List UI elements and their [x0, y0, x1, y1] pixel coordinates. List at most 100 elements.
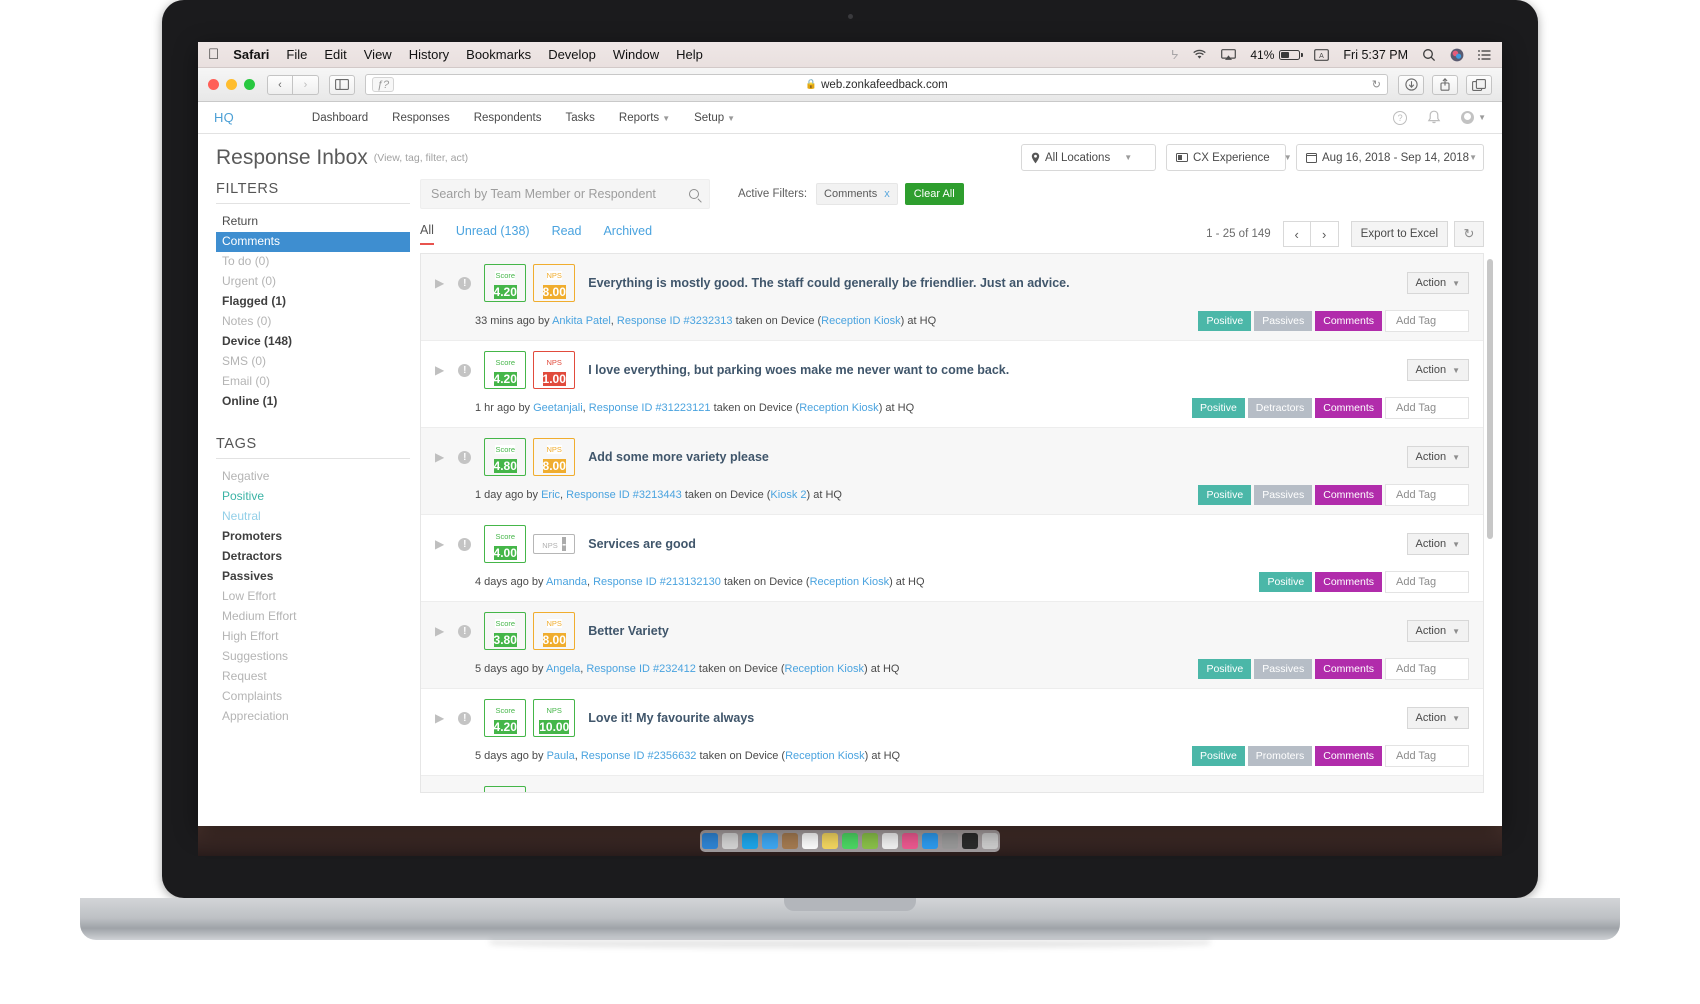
sidebar-filter-sms[interactable]: SMS (0)	[216, 352, 410, 372]
sidebar-tag-positive[interactable]: Positive	[216, 487, 410, 507]
sidebar-filter-flagged[interactable]: Flagged (1)	[216, 292, 410, 312]
add-tag-input[interactable]: Add Tag	[1385, 484, 1469, 506]
dock-icon-mail[interactable]	[762, 833, 778, 849]
nav-buttons[interactable]: ‹ ›	[267, 74, 319, 95]
search-icon[interactable]	[689, 189, 699, 199]
sidebar-tag-appreciation[interactable]: Appreciation	[216, 707, 410, 727]
table-row[interactable]: ▶ ! Score 3.80 NPS 8.00 Better Variety A…	[421, 602, 1483, 689]
menu-view[interactable]: View	[364, 47, 392, 62]
menu-bookmarks[interactable]: Bookmarks	[466, 47, 531, 62]
account-menu[interactable]: ▼	[1461, 111, 1486, 124]
info-icon[interactable]: !	[458, 711, 472, 725]
dock-icon-photos[interactable]	[882, 833, 898, 849]
close-icon[interactable]: x	[884, 188, 890, 200]
menu-develop[interactable]: Develop	[548, 47, 596, 62]
row-response-id-link[interactable]: Response ID #3232313	[617, 315, 733, 327]
siri-icon[interactable]	[1450, 48, 1464, 62]
nav-tasks[interactable]: Tasks	[566, 112, 595, 124]
sidebar-tag-detractors[interactable]: Detractors	[216, 547, 410, 567]
nav-setup[interactable]: Setup ▼	[694, 112, 735, 124]
input-source-icon[interactable]: A	[1314, 48, 1330, 61]
dock-icon-contacts[interactable]	[782, 833, 798, 849]
sidebar-tag-passives[interactable]: Passives	[216, 567, 410, 587]
dock-icon-calendar[interactable]	[802, 833, 818, 849]
response-text[interactable]: Better Variety	[588, 624, 669, 638]
dock-icon-notes[interactable]	[822, 833, 838, 849]
menu-safari[interactable]: Safari	[233, 47, 269, 62]
tag-chip[interactable]: Passives	[1254, 659, 1313, 679]
add-tag-input[interactable]: Add Tag	[1385, 658, 1469, 680]
location-filter-select[interactable]: All Locations ▼	[1021, 144, 1156, 171]
sidebar-tag-medium-effort[interactable]: Medium Effort	[216, 607, 410, 627]
apple-logo-icon[interactable]: 	[208, 47, 219, 62]
row-device-link[interactable]: Reception Kiosk	[810, 576, 890, 588]
action-button[interactable]: Action ▼	[1406, 533, 1469, 555]
flag-icon[interactable]: ▶	[435, 537, 444, 551]
window-controls[interactable]	[208, 79, 255, 90]
back-button[interactable]: ‹	[267, 74, 293, 95]
dock-icon-appstore[interactable]	[922, 833, 938, 849]
nav-respondents[interactable]: Respondents	[474, 112, 542, 124]
row-device-link[interactable]: Reception Kiosk	[785, 663, 865, 675]
tag-chip[interactable]: Positive	[1198, 311, 1252, 331]
row-author-link[interactable]: Angela	[546, 663, 580, 675]
tag-chip[interactable]: Comments	[1315, 311, 1382, 331]
next-page-button[interactable]: ›	[1310, 221, 1339, 247]
tag-chip[interactable]: Comments	[1315, 572, 1382, 592]
table-row[interactable]: ▶ ! Score 4.00 NPS - Services are good A…	[421, 515, 1483, 602]
menubar-clock[interactable]: Fri 5:37 PM	[1343, 48, 1408, 62]
tab-archived[interactable]: Archived	[603, 224, 652, 244]
minimize-window-button[interactable]	[226, 79, 237, 90]
sidebar-filter-todo[interactable]: To do (0)	[216, 252, 410, 272]
row-device-link[interactable]: Reception Kiosk	[821, 315, 901, 327]
tag-chip[interactable]: Positive	[1198, 659, 1252, 679]
info-icon[interactable]: !	[458, 276, 472, 290]
action-button[interactable]: Action ▼	[1406, 272, 1469, 294]
tag-chip[interactable]: Positive	[1192, 746, 1245, 766]
date-range-select[interactable]: Aug 16, 2018 - Sep 14, 2018 ▼	[1296, 144, 1484, 171]
action-button[interactable]: Action ▼	[1406, 707, 1469, 729]
sidebar-tag-neutral[interactable]: Neutral	[216, 507, 410, 527]
menu-history[interactable]: History	[409, 47, 449, 62]
tag-chip[interactable]: Comments	[1315, 659, 1382, 679]
tag-chip[interactable]: Comments	[1315, 398, 1382, 418]
menu-window[interactable]: Window	[613, 47, 659, 62]
row-response-id-link[interactable]: Response ID #31223121	[589, 402, 711, 414]
tag-chip[interactable]: Comments	[1315, 746, 1382, 766]
table-row[interactable]: ▶ ! Score 4.20 NPS 10.00 Love it! My fav…	[421, 689, 1483, 776]
notification-center-icon[interactable]	[1478, 49, 1492, 61]
add-tag-input[interactable]: Add Tag	[1385, 397, 1469, 419]
clear-all-button[interactable]: Clear All	[904, 183, 964, 205]
action-button[interactable]: Action ▼	[1406, 446, 1469, 468]
spotlight-search-icon[interactable]	[1422, 48, 1436, 62]
table-row[interactable]: ▶ ! Score 4.20 NPS 8.00 Everything is mo…	[421, 254, 1483, 341]
menu-file[interactable]: File	[286, 47, 307, 62]
row-response-id-link[interactable]: Response ID #232412	[586, 663, 695, 675]
sidebar-tag-suggestions[interactable]: Suggestions	[216, 647, 410, 667]
add-tag-input[interactable]: Add Tag	[1385, 310, 1469, 332]
response-text[interactable]: Love it! My favourite always	[588, 711, 754, 725]
sidebar-tag-request[interactable]: Request	[216, 667, 410, 687]
refresh-icon[interactable]: ↻	[1454, 221, 1484, 247]
prev-page-button[interactable]: ‹	[1282, 221, 1311, 247]
info-icon[interactable]: !	[458, 537, 472, 551]
sidebar-tag-negative[interactable]: Negative	[216, 467, 410, 487]
flag-icon[interactable]: ▶	[435, 363, 444, 377]
tab-unread[interactable]: Unread (138)	[456, 224, 530, 244]
row-device-link[interactable]: Reception Kiosk	[785, 750, 865, 762]
row-author-link[interactable]: Ankita Patel	[552, 315, 611, 327]
sidebar-tag-complaints[interactable]: Complaints	[216, 687, 410, 707]
row-response-id-link[interactable]: Response ID #213132130	[593, 576, 721, 588]
sidebar-filter-notes[interactable]: Notes (0)	[216, 312, 410, 332]
flag-icon[interactable]: ▶	[435, 624, 444, 638]
tag-chip[interactable]: Positive	[1198, 485, 1252, 505]
list-scrollbar[interactable]	[1487, 259, 1493, 539]
nav-reports[interactable]: Reports ▼	[619, 112, 670, 124]
menu-help[interactable]: Help	[676, 47, 703, 62]
menu-edit[interactable]: Edit	[324, 47, 346, 62]
survey-filter-select[interactable]: CX Experience ▼	[1166, 144, 1292, 171]
dock-icon-maps[interactable]	[862, 833, 878, 849]
tab-all[interactable]: All	[420, 223, 434, 245]
tag-chip[interactable]: Passives	[1254, 485, 1313, 505]
add-tag-input[interactable]: Add Tag	[1385, 571, 1469, 593]
